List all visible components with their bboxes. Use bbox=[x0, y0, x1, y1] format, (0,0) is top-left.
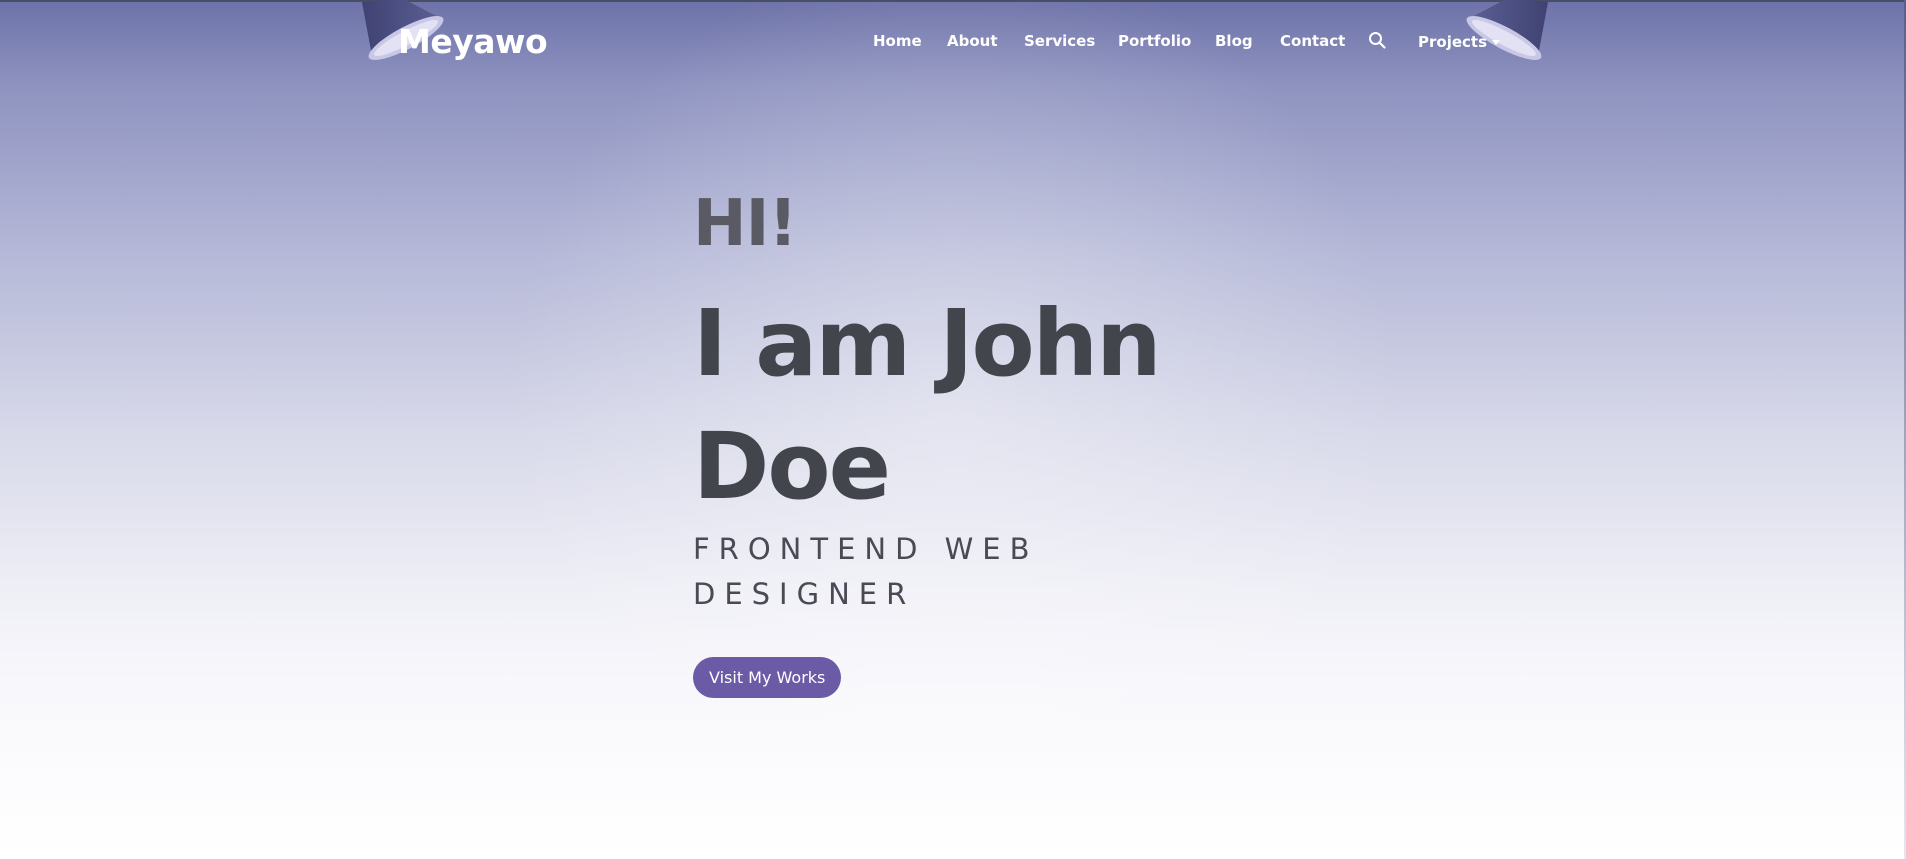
nav-item-blog[interactable]: Blog bbox=[1215, 32, 1253, 50]
hero-role: Frontend Web Designer bbox=[693, 532, 1039, 611]
hero-greeting: HI! bbox=[693, 187, 798, 261]
nav-item-portfolio[interactable]: Portfolio bbox=[1118, 32, 1191, 50]
nav-item-services[interactable]: Services bbox=[1024, 32, 1095, 50]
projects-dropdown[interactable]: Projects bbox=[1418, 33, 1501, 51]
nav-item-about[interactable]: About bbox=[947, 32, 998, 50]
search-icon[interactable] bbox=[1368, 31, 1386, 49]
nav-item-home[interactable]: Home bbox=[873, 32, 922, 50]
main-nav: Home About Services Portfolio Blog Conta… bbox=[0, 32, 1906, 52]
top-border bbox=[0, 0, 1906, 2]
caret-down-icon bbox=[1492, 40, 1501, 45]
nav-item-contact[interactable]: Contact bbox=[1280, 32, 1345, 50]
page: Meyawo Home About Services Portfolio Blo… bbox=[0, 0, 1906, 859]
hero-name: I am John Doe bbox=[693, 290, 1162, 520]
visit-my-works-button[interactable]: Visit My Works bbox=[693, 657, 842, 698]
projects-dropdown-label: Projects bbox=[1418, 33, 1488, 51]
